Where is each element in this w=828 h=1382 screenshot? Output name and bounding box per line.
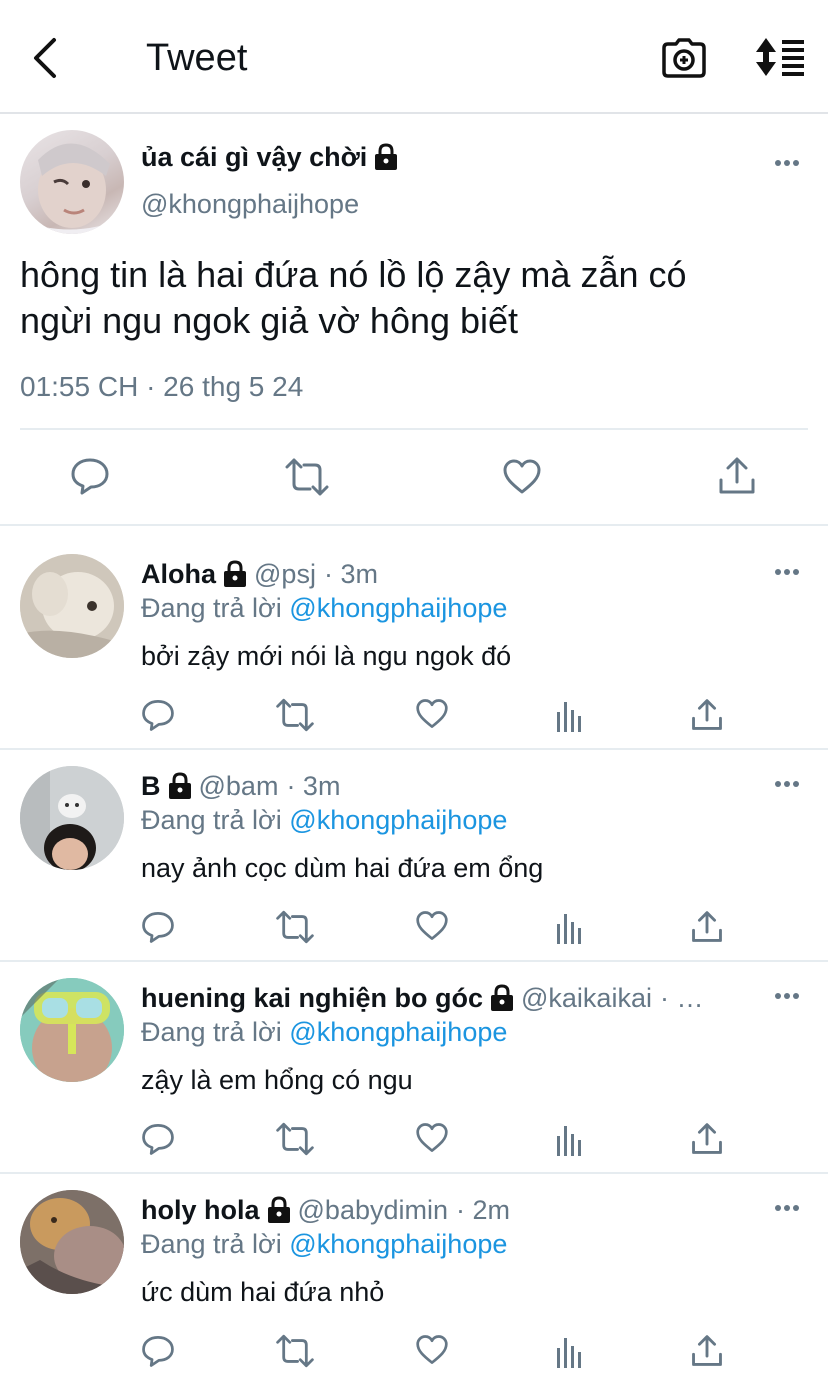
share-icon[interactable] — [691, 910, 723, 944]
retweet-icon[interactable] — [284, 458, 330, 496]
like-icon[interactable] — [415, 1334, 449, 1366]
reply-icon[interactable] — [70, 456, 110, 496]
reply-action-bar — [141, 1122, 741, 1158]
retweet-icon[interactable] — [275, 910, 315, 944]
display-name[interactable]: holy hola — [141, 1193, 260, 1227]
reply-time: · … — [659, 983, 704, 1013]
tweet-text-line: hông tin là hai đứa nó lồ lộ zậy mà zẫn … — [20, 254, 687, 295]
lock-icon — [167, 772, 193, 800]
lock-icon — [266, 1196, 292, 1224]
replying-prefix: Đang trả lời — [141, 1017, 282, 1047]
handle[interactable]: @khongphaijhope — [141, 187, 359, 221]
reply-text: zậy là em hổng có ngu — [141, 1065, 413, 1095]
retweet-icon[interactable] — [275, 1334, 315, 1368]
replying-prefix: Đang trả lời — [141, 593, 282, 623]
reply-header: B @bam · 3m — [141, 769, 761, 803]
share-icon[interactable] — [691, 698, 723, 732]
reply-time: · 3m — [286, 771, 341, 801]
reply-header: Aloha @psj · 3m — [141, 557, 761, 591]
share-icon[interactable] — [718, 456, 756, 496]
reply-icon[interactable] — [141, 698, 175, 732]
more-options-icon[interactable] — [774, 990, 800, 1002]
tweet-text: hông tin là hai đứa nó lồ lộ zậy mà zẫn … — [20, 252, 687, 344]
retweet-icon[interactable] — [275, 698, 315, 732]
analytics-icon[interactable] — [555, 912, 585, 944]
reply-action-bar — [141, 910, 741, 946]
avatar[interactable] — [20, 978, 124, 1082]
avatar[interactable] — [20, 766, 124, 870]
handle[interactable]: @bam — [199, 769, 279, 803]
reply-action-bar — [141, 1334, 741, 1370]
handle[interactable]: @psj — [254, 557, 316, 591]
mention-link[interactable]: @khongphaijhope — [289, 1229, 507, 1259]
handle[interactable]: @babydimin — [298, 1193, 448, 1227]
reply-icon[interactable] — [141, 1334, 175, 1368]
like-icon[interactable] — [415, 698, 449, 730]
divider — [20, 428, 808, 430]
avatar[interactable] — [20, 1190, 124, 1294]
share-icon[interactable] — [691, 1122, 723, 1156]
replying-to: Đang trả lời @khongphaijhope — [141, 591, 507, 625]
mention-link[interactable]: @khongphaijhope — [289, 1017, 507, 1047]
timestamp[interactable]: 01:55 CH · 26 thg 5 24 — [20, 370, 303, 404]
display-name[interactable]: ủa cái gì vậy chời — [141, 140, 367, 174]
reply-text: ức dùm hai đứa nhỏ — [141, 1277, 385, 1307]
tweet-text-line: ngừi ngu ngok giả vờ hông biết — [20, 300, 519, 341]
lock-icon — [222, 560, 248, 588]
more-options-icon[interactable] — [774, 157, 800, 169]
page-title: Tweet — [146, 37, 248, 79]
main-tweet-name-row: ủa cái gì vậy chời — [141, 140, 405, 174]
reply-header: holy hola @babydimin · 2m — [141, 1193, 761, 1227]
more-options-icon[interactable] — [774, 778, 800, 790]
reply-time: · 3m — [323, 559, 378, 589]
analytics-icon[interactable] — [555, 700, 585, 732]
display-name[interactable]: huening kai nghiện bo góc — [141, 981, 483, 1015]
reply-icon[interactable] — [141, 910, 175, 944]
handle[interactable]: @kaikaikai — [521, 981, 652, 1015]
divider — [0, 748, 828, 750]
divider — [0, 524, 828, 526]
reply-text: nay ảnh cọc dùm hai đứa em ổng — [141, 853, 544, 883]
divider — [0, 960, 828, 962]
avatar[interactable] — [20, 554, 124, 658]
reply-time: · 2m — [456, 1195, 510, 1225]
like-icon[interactable] — [502, 458, 542, 496]
like-icon[interactable] — [415, 910, 449, 942]
more-options-icon[interactable] — [774, 566, 800, 578]
like-icon[interactable] — [415, 1122, 449, 1154]
share-icon[interactable] — [691, 1334, 723, 1368]
replying-prefix: Đang trả lời — [141, 1229, 282, 1259]
reply-text: bởi zậy mới nói là ngu ngok đó — [141, 641, 512, 671]
replying-to: Đang trả lời @khongphaijhope — [141, 1227, 507, 1261]
divider — [0, 1172, 828, 1174]
retweet-icon[interactable] — [275, 1122, 315, 1156]
avatar[interactable] — [20, 130, 124, 234]
analytics-icon[interactable] — [555, 1336, 585, 1368]
replying-to: Đang trả lời @khongphaijhope — [141, 803, 507, 837]
sort-icon[interactable] — [754, 36, 806, 78]
replying-prefix: Đang trả lời — [141, 805, 282, 835]
reply-action-bar — [141, 698, 741, 734]
lock-icon — [489, 984, 515, 1012]
mention-link[interactable]: @khongphaijhope — [289, 593, 507, 623]
display-name[interactable]: Aloha — [141, 557, 216, 591]
reply-icon[interactable] — [141, 1122, 175, 1156]
analytics-icon[interactable] — [555, 1124, 585, 1156]
back-arrow-icon[interactable] — [28, 36, 60, 80]
display-name[interactable]: B — [141, 769, 161, 803]
top-bar: Tweet — [0, 0, 828, 114]
more-options-icon[interactable] — [774, 1202, 800, 1214]
replying-to: Đang trả lời @khongphaijhope — [141, 1015, 507, 1049]
lock-icon — [373, 143, 399, 171]
camera-icon[interactable] — [662, 38, 706, 78]
mention-link[interactable]: @khongphaijhope — [289, 805, 507, 835]
reply-header: huening kai nghiện bo góc @kaikaikai · … — [141, 981, 761, 1015]
